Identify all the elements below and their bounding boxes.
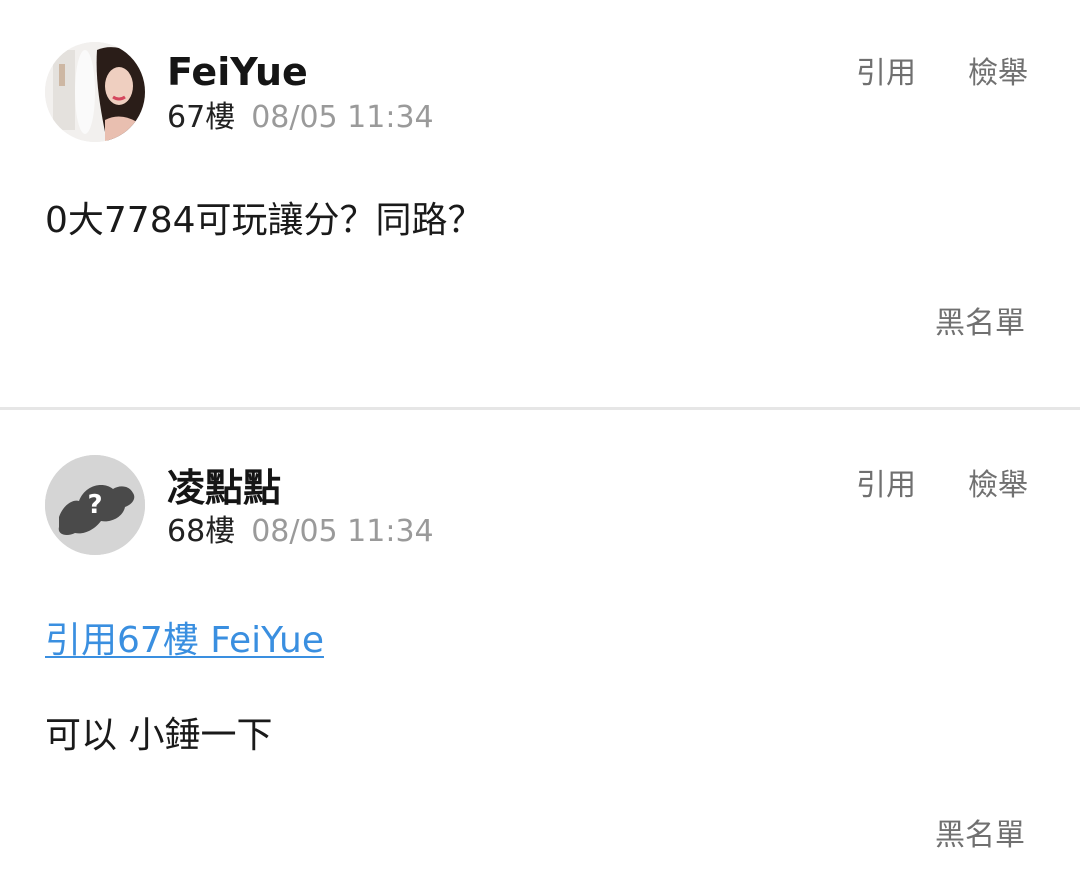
post-meta: 67樓 08/05 11:34 <box>167 103 434 133</box>
report-button[interactable]: 檢舉 <box>968 59 1028 89</box>
comment-post: FeiYue 67樓 08/05 11:34 引用 檢舉 0大7784可玩讓分？同… <box>0 0 1080 408</box>
post-content: 0大7784可玩讓分？同路？ <box>45 200 484 241</box>
default-avatar-question-icon: ? <box>45 455 145 555</box>
user-avatar[interactable] <box>45 42 145 142</box>
floor-number: 67樓 <box>167 100 236 135</box>
post-timestamp: 08/05 11:34 <box>251 514 434 549</box>
blacklist-button[interactable]: 黑名單 <box>935 821 1025 851</box>
quoted-post-link[interactable]: 引用67樓 FeiYue <box>45 623 324 659</box>
post-meta: 68樓 08/05 11:34 <box>167 517 434 547</box>
quote-button[interactable]: 引用 <box>856 59 916 89</box>
quote-button[interactable]: 引用 <box>856 471 916 501</box>
comment-post: ? 凌點點 68樓 08/05 11:34 引用 檢舉 引用67樓 FeiYue … <box>0 411 1080 894</box>
post-divider <box>0 407 1080 410</box>
post-timestamp: 08/05 11:34 <box>251 100 434 135</box>
floor-number: 68樓 <box>167 514 236 549</box>
username[interactable]: FeiYue <box>167 53 308 91</box>
user-photo-icon <box>45 42 145 142</box>
svg-text:?: ? <box>87 490 102 520</box>
report-button[interactable]: 檢舉 <box>968 471 1028 501</box>
post-content: 可以 小錘一下 <box>45 715 273 756</box>
user-avatar[interactable]: ? <box>45 455 145 555</box>
blacklist-button[interactable]: 黑名單 <box>935 309 1025 339</box>
username[interactable]: 凌點點 <box>167 469 281 507</box>
